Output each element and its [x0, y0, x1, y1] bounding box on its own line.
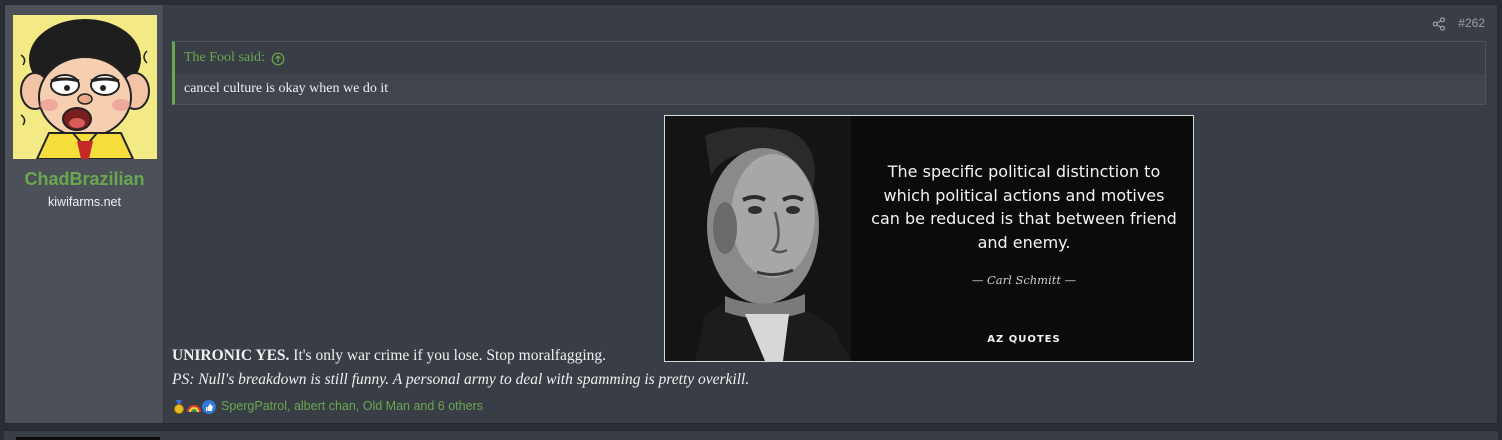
quote-block: The Fool said: cancel culture is okay wh… — [172, 41, 1486, 105]
avatar-cartoon-image — [13, 15, 157, 159]
medal-icon — [172, 399, 186, 414]
quote-image[interactable]: The specific political distinction to wh… — [664, 115, 1194, 362]
quote-author[interactable]: The Fool said: — [184, 50, 265, 66]
portrait-photo — [665, 116, 851, 361]
azquotes-logo: AZ QUOTES — [987, 334, 1061, 345]
avatar[interactable] — [13, 15, 157, 159]
image-quote-attribution: — Carl Schmitt — — [971, 273, 1077, 287]
post-body-rest: It's only war crime if you lose. Stop mo… — [289, 347, 607, 364]
reactions-bar: SpergPatrol, albert chan, Old Man and 6 … — [172, 399, 483, 414]
quote-text: cancel culture is okay when we do it — [184, 81, 389, 96]
post-meta: #262 — [1432, 16, 1485, 31]
post-number[interactable]: #262 — [1458, 16, 1485, 30]
post-body-bold: UNIRONIC YES. — [172, 347, 290, 364]
next-post-preview — [4, 430, 1498, 440]
user-column: ChadBrazilian kiwifarms.net — [5, 5, 164, 423]
post-main: #262 The Fool said: cancel culture is ok… — [164, 5, 1497, 423]
reaction-icons[interactable] — [172, 399, 217, 414]
username[interactable]: ChadBrazilian — [5, 169, 164, 190]
share-icon[interactable] — [1432, 16, 1446, 31]
post-body-line1: UNIRONIC YES. It's only war crime if you… — [172, 347, 606, 365]
post-body-line2: PS: Null's breakdown is still funny. A p… — [172, 371, 750, 388]
thumbs-up-icon — [202, 399, 216, 414]
arrow-up-circle-icon[interactable] — [271, 51, 285, 66]
image-quote-text: The specific political distinction to wh… — [871, 162, 1177, 252]
reactions-list[interactable]: SpergPatrol, albert chan, Old Man and 6 … — [221, 399, 483, 413]
user-title: kiwifarms.net — [48, 195, 121, 209]
rainbow-icon — [187, 399, 201, 413]
quote-header[interactable]: The Fool said: — [175, 42, 1485, 74]
post-container: ChadBrazilian kiwifarms.net #262 The Foo… — [4, 4, 1498, 424]
